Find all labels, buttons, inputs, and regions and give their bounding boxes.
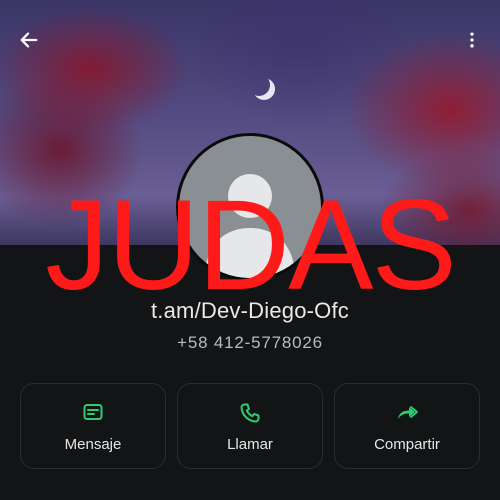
avatar[interactable] [176,133,324,281]
message-icon [80,400,106,426]
phone-icon [237,400,263,426]
call-button-label: Llamar [227,435,273,453]
profile-phone-number: +58 412-5778026 [177,333,323,352]
profile-username: t.am/Dev-Diego-Ofc [151,298,349,323]
default-avatar-icon [205,174,295,278]
share-button-label: Compartir [374,435,440,453]
call-button[interactable]: Llamar [177,383,323,469]
share-forward-icon [394,400,420,426]
message-button-label: Mensaje [64,435,122,453]
arrow-left-icon [20,32,38,48]
share-button[interactable]: Compartir [334,383,480,469]
moon-decoration [248,74,270,96]
more-options-button[interactable] [454,22,490,58]
more-vertical-icon [470,32,474,48]
message-button[interactable]: Mensaje [20,383,166,469]
back-button[interactable] [11,22,47,58]
